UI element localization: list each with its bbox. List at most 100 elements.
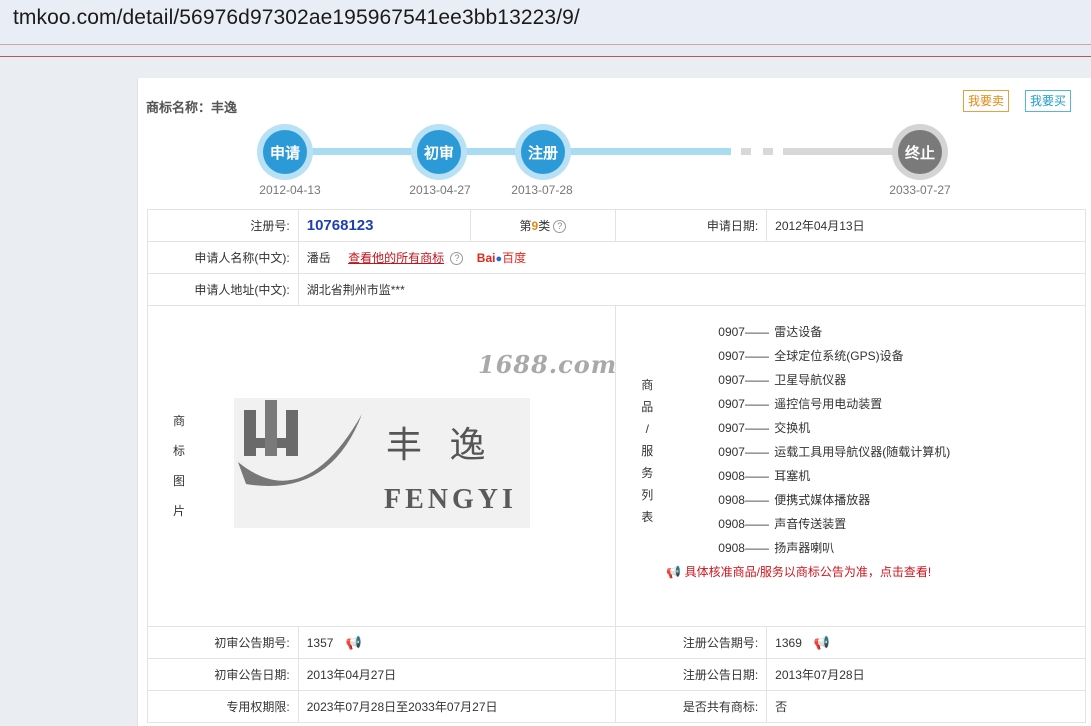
apply-date-label: 申请日期: — [615, 209, 768, 242]
list-item[interactable]: 0907—— 运载工具用导航仪器(随载计算机) — [718, 440, 1085, 464]
goods-label-char: 列 — [641, 488, 654, 502]
applicant-name: 潘岳 — [306, 251, 331, 265]
timeline-dash — [763, 148, 773, 155]
timeline-step-apply: 申请 — [257, 124, 313, 180]
step-date: 2012-04-13 — [259, 183, 321, 197]
prelim-no-value: 1357 — [306, 635, 334, 650]
baidu-text-cn: 百度 — [502, 251, 527, 265]
buy-button[interactable]: 我要买 — [1025, 90, 1072, 112]
megaphone-icon[interactable]: 📢 — [345, 635, 361, 650]
reg-pub-date-label: 注册公告日期: — [615, 658, 768, 691]
goods-code: 0907—— — [718, 373, 769, 387]
reg-no-cell: 10768123 — [297, 209, 471, 242]
goods-code: 0907—— — [718, 349, 769, 363]
image-label-char: 商 — [172, 414, 185, 428]
apply-date-value: 2012年04月13日 — [766, 209, 1086, 242]
logo-english-text: FENGYI — [384, 484, 517, 515]
goods-label-char: 表 — [641, 510, 654, 524]
list-item[interactable]: 0908—— 耳塞机 — [718, 464, 1085, 488]
image-label-char: 片 — [172, 504, 185, 518]
goods-code: 0908—— — [718, 517, 769, 531]
trademark-image-cell: 商 标 图 片 1688.com 丰 逸 FENGYI — [146, 305, 618, 627]
image-label: 商 标 图 片 — [162, 406, 196, 526]
goods-list: 0907—— 雷达设备 0907—— 全球定位系统(GPS)设备 0907—— 卫星导… — [616, 306, 1085, 584]
goods-code: 0908—— — [718, 493, 769, 507]
goods-name: 卫星导航仪器 — [774, 373, 847, 387]
goods-name: 全球定位系统(GPS)设备 — [774, 349, 904, 363]
goods-name: 交换机 — [774, 421, 811, 435]
list-item[interactable]: 0907—— 遥控信号用电动装置 — [718, 392, 1085, 416]
goods-code: 0908—— — [718, 541, 769, 555]
address-bar[interactable]: tmkoo.com/detail/56976d97302ae195967541e… — [0, 0, 1091, 45]
list-item[interactable]: 0908—— 声音传送装置 — [718, 512, 1085, 536]
goods-code: 0908—— — [718, 469, 769, 483]
step-label: 初审 — [417, 130, 461, 174]
exclusive-period-value: 2023年07月28日至2033年07月27日 — [297, 690, 617, 723]
goods-services-cell: 商 品 / 服 务 列 表 0907—— 雷达设备 0907—— 全球定位系统(GP… — [615, 305, 1086, 627]
goods-notice-link[interactable]: 📢 具体核准商品/服务以商标公告为准，点击查看! — [666, 560, 1085, 584]
goods-code: 0907—— — [718, 325, 769, 339]
help-icon[interactable]: ? — [553, 220, 567, 233]
list-item[interactable]: 0907—— 卫星导航仪器 — [718, 368, 1085, 392]
reg-no-label: 注册号: — [147, 209, 299, 242]
step-date: 2013-04-27 — [409, 183, 471, 197]
goods-code: 0907—— — [718, 421, 769, 435]
table-row: 商 标 图 片 1688.com 丰 逸 FENGYI 商 品 / 服 务 列 … — [146, 305, 1086, 627]
timeline-step-end: 终止 — [892, 124, 948, 180]
goods-label-char: 服 — [641, 444, 654, 458]
goods-code: 0907—— — [718, 397, 769, 411]
prelim-no-label: 初审公告期号: — [147, 626, 299, 659]
step-label: 注册 — [521, 130, 565, 174]
table-row: 注册号: 10768123 第9类? 申请日期: 2012年04月13日 — [147, 209, 1086, 242]
megaphone-icon: 📢 — [666, 565, 682, 579]
table-row: 初审公告日期: 2013年04月27日 注册公告日期: 2013年07月28日 — [147, 658, 1086, 691]
goods-name: 耳塞机 — [774, 469, 811, 483]
list-item[interactable]: 0907—— 雷达设备 — [718, 320, 1085, 344]
view-all-trademarks-link[interactable]: 查看他的所有商标 — [348, 251, 444, 265]
goods-label-char: 品 — [641, 400, 654, 414]
goods-label: 商 品 / 服 务 列 表 — [628, 374, 666, 528]
goods-name: 便携式媒体播放器 — [774, 493, 871, 507]
step-label: 终止 — [898, 130, 942, 174]
shared-label: 是否共有商标: — [615, 690, 768, 723]
sell-button[interactable]: 我要卖 — [963, 90, 1010, 112]
help-icon[interactable]: ? — [450, 252, 464, 265]
list-item[interactable]: 0907—— 全球定位系统(GPS)设备 — [718, 344, 1085, 368]
details-table: 注册号: 10768123 第9类? 申请日期: 2012年04月13日 申请人… — [146, 209, 1087, 723]
table-row: 初审公告期号: 1357 📢 注册公告期号: 1369 📢 — [147, 626, 1086, 659]
table-row: 申请人地址(中文): 湖北省荆州市监*** — [147, 273, 1087, 306]
image-label-char: 图 — [172, 474, 185, 488]
exclusive-period-label: 专用权期限: — [147, 690, 299, 723]
step-date: 2013-07-28 — [511, 183, 573, 197]
goods-name: 雷达设备 — [774, 325, 823, 339]
megaphone-icon[interactable]: 📢 — [814, 635, 830, 650]
timeline-track-progress — [288, 148, 731, 155]
baidu-text: Bai — [476, 251, 496, 265]
list-item[interactable]: 0908—— 扬声器喇叭 — [718, 536, 1085, 560]
table-row: 专用权期限: 2023年07月28日至2033年07月27日 是否共有商标: 否 — [147, 690, 1086, 723]
image-label-char: 标 — [172, 444, 185, 458]
applicant-cell: 潘岳 查看他的所有商标 ? Bai●百度 — [297, 241, 1087, 274]
watermark: 1688.com — [478, 350, 618, 379]
goods-code: 0907—— — [718, 445, 769, 459]
reg-no-value: 10768123 — [306, 217, 374, 234]
list-item[interactable]: 0907—— 交换机 — [718, 416, 1085, 440]
trademark-title: 商标名称：丰逸 — [146, 100, 238, 115]
timeline-step-register: 注册 — [515, 124, 571, 180]
reg-pub-no-cell: 1369 📢 — [766, 626, 1086, 659]
prelim-date-label: 初审公告日期: — [147, 658, 299, 691]
list-item[interactable]: 0908—— 便携式媒体播放器 — [718, 488, 1085, 512]
class-cell: 第9类? — [469, 209, 617, 242]
class-suffix: 类 — [538, 219, 551, 233]
address-label: 申请人地址(中文): — [147, 273, 299, 306]
url-text[interactable]: tmkoo.com/detail/56976d97302ae195967541e… — [13, 6, 580, 30]
header-divider — [0, 56, 1091, 57]
prelim-no-cell: 1357 📢 — [297, 626, 617, 659]
goods-label-char: 务 — [641, 466, 654, 480]
timeline-step-prelim: 初审 — [411, 124, 467, 180]
class-prefix: 第 — [519, 219, 532, 233]
goods-label-char: 商 — [641, 378, 654, 392]
table-row: 申请人名称(中文): 潘岳 查看他的所有商标 ? Bai●百度 — [147, 241, 1087, 274]
baidu-search-link[interactable]: Bai●百度 — [477, 251, 526, 265]
trademark-card: 商标名称：丰逸 我要卖 我要买 申请 初审 注册 终止 2012-04-13 2… — [137, 78, 1091, 726]
